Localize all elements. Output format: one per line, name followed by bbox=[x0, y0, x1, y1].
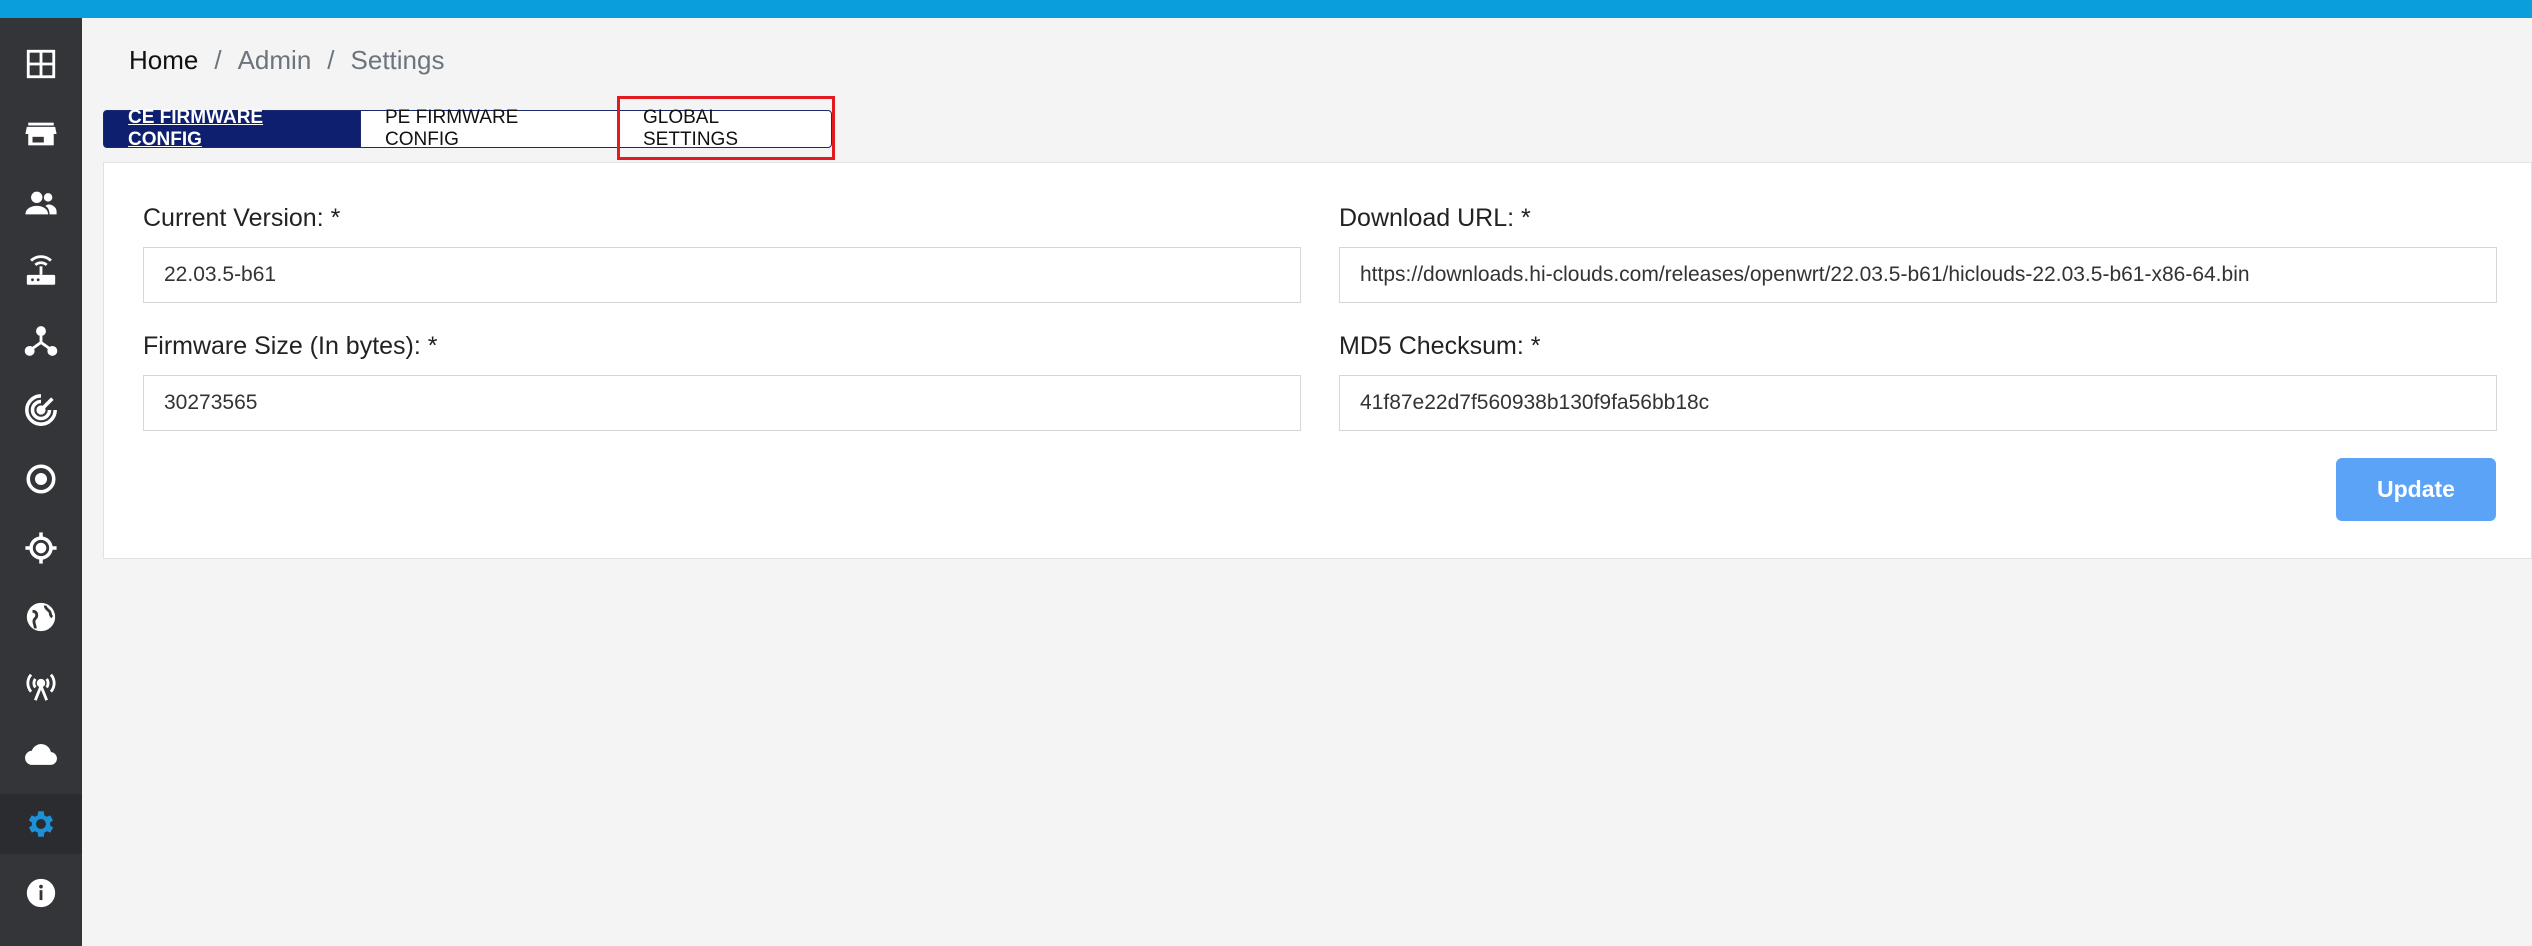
current-version-input[interactable] bbox=[143, 247, 1301, 303]
breadcrumb-separator: / bbox=[214, 44, 222, 75]
antenna-icon bbox=[26, 673, 56, 701]
sidebar-item-users[interactable] bbox=[0, 173, 82, 233]
network-icon bbox=[24, 326, 58, 356]
tab-pe-firmware-config[interactable]: PE FIRMWARE CONFIG bbox=[361, 107, 618, 150]
sidebar-item-crosshair[interactable] bbox=[0, 518, 82, 578]
radar-icon bbox=[25, 394, 57, 426]
breadcrumb-admin[interactable]: Admin bbox=[238, 45, 312, 76]
top-bar bbox=[0, 0, 2532, 18]
md5-checksum-input[interactable] bbox=[1339, 375, 2497, 431]
cloud-icon bbox=[25, 744, 57, 765]
globe-icon bbox=[26, 602, 56, 632]
info-icon bbox=[26, 878, 56, 908]
gear-icon bbox=[28, 811, 54, 837]
sidebar-item-router[interactable] bbox=[0, 242, 82, 302]
dashboard-icon bbox=[26, 49, 56, 79]
sidebar-item-info[interactable] bbox=[0, 863, 82, 923]
update-button[interactable]: Update bbox=[2336, 458, 2496, 521]
sidebar bbox=[0, 18, 82, 946]
users-icon bbox=[25, 191, 57, 215]
sidebar-item-radar[interactable] bbox=[0, 380, 82, 440]
sidebar-item-cloud[interactable] bbox=[0, 725, 82, 785]
sidebar-item-globe[interactable] bbox=[0, 587, 82, 647]
firmware-size-input[interactable] bbox=[143, 375, 1301, 431]
breadcrumb: Home / Admin / Settings bbox=[129, 42, 444, 78]
tab-ce-firmware-config[interactable]: CE FIRMWARE CONFIG bbox=[103, 107, 361, 150]
breadcrumb-home[interactable]: Home bbox=[129, 45, 198, 76]
store-icon bbox=[25, 122, 57, 146]
sidebar-item-settings[interactable] bbox=[0, 794, 82, 854]
breadcrumb-settings: Settings bbox=[350, 44, 445, 75]
crosshair-icon bbox=[25, 532, 57, 564]
target-icon bbox=[26, 464, 56, 494]
router-icon bbox=[26, 255, 56, 285]
sidebar-item-antenna[interactable] bbox=[0, 656, 82, 716]
md5-checksum-label: MD5 Checksum: * bbox=[1339, 332, 1541, 360]
firmware-config-form bbox=[103, 162, 2532, 559]
tab-bar: CE FIRMWARE CONFIG PE FIRMWARE CONFIG GL… bbox=[103, 107, 832, 150]
sidebar-item-dashboard[interactable] bbox=[0, 34, 82, 94]
tab-global-settings[interactable]: GLOBAL SETTINGS bbox=[618, 107, 832, 150]
sidebar-item-target[interactable] bbox=[0, 449, 82, 509]
breadcrumb-separator: / bbox=[327, 44, 335, 75]
download-url-input[interactable] bbox=[1339, 247, 2497, 303]
sidebar-item-network[interactable] bbox=[0, 311, 82, 371]
current-version-label: Current Version: * bbox=[143, 204, 341, 232]
firmware-size-label: Firmware Size (In bytes): * bbox=[143, 332, 438, 360]
download-url-label: Download URL: * bbox=[1339, 204, 1531, 232]
sidebar-item-store[interactable] bbox=[0, 104, 82, 164]
